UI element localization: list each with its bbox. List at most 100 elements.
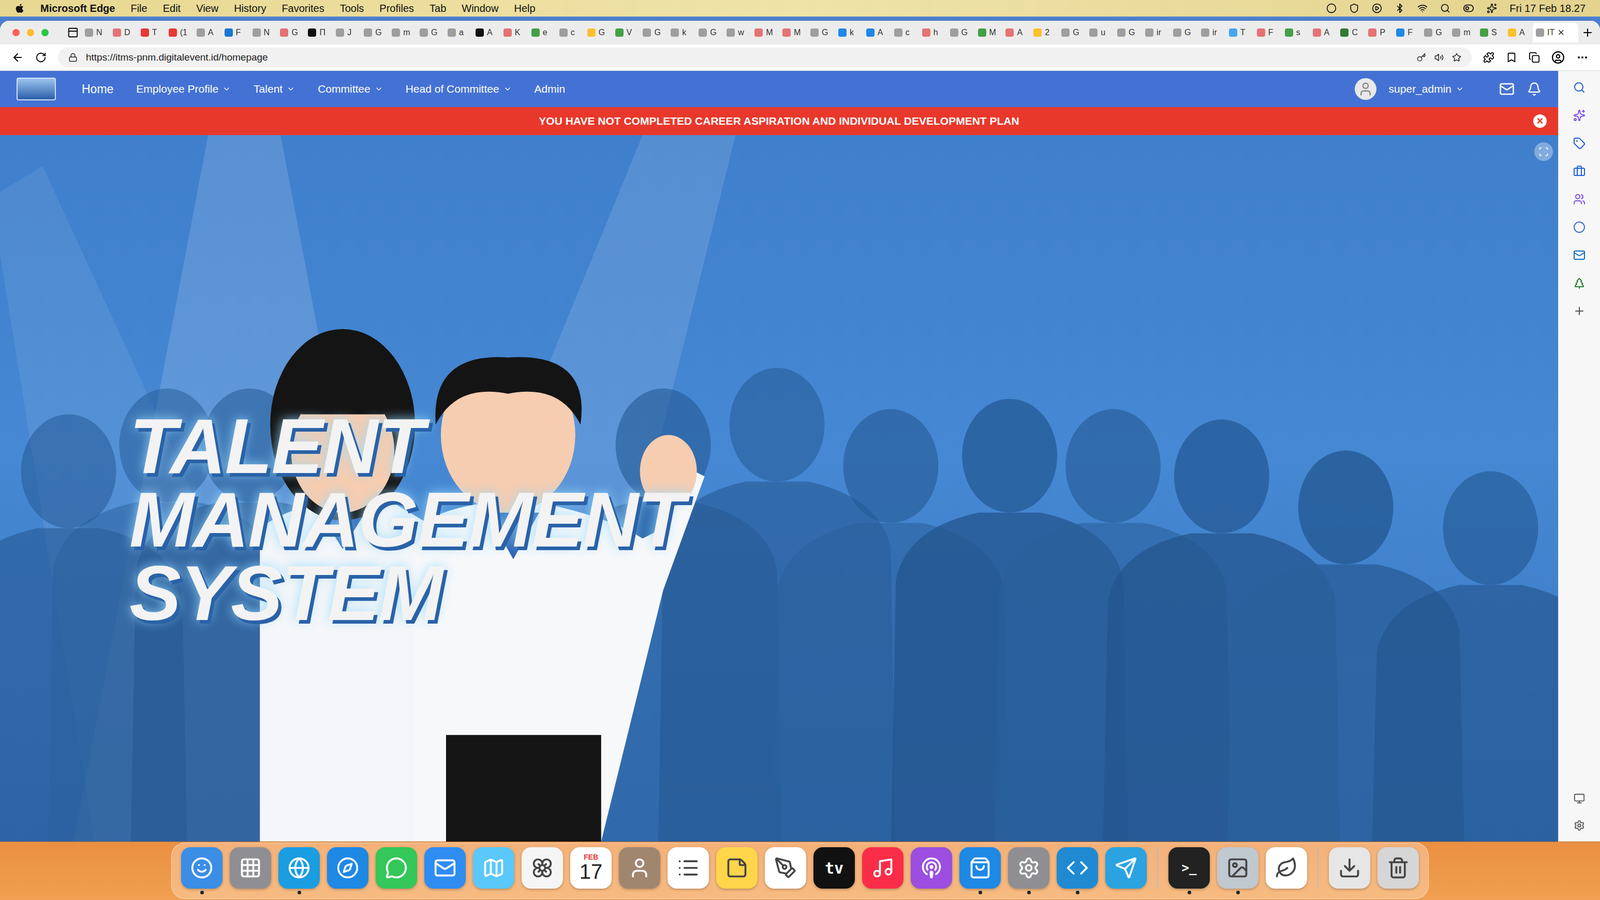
wifi-icon[interactable]: [1417, 3, 1428, 14]
messages-icon[interactable]: [375, 847, 418, 889]
tab[interactable]: F: [1253, 22, 1282, 43]
address-bar[interactable]: https://itms-pnm.digitalevent.id/homepag…: [57, 47, 1472, 68]
apple-icon[interactable]: [14, 3, 25, 14]
dock-item[interactable]: [1056, 847, 1099, 895]
menu-item[interactable]: Help: [513, 2, 536, 15]
tab[interactable]: Π: [304, 22, 333, 43]
dock-item[interactable]: [764, 847, 807, 895]
tab[interactable]: G: [695, 22, 724, 43]
tab[interactable]: c: [891, 22, 920, 43]
favorite-icon[interactable]: [1452, 52, 1462, 63]
tab[interactable]: G: [1058, 22, 1087, 43]
tab[interactable]: A: [1504, 22, 1533, 43]
reminders-icon[interactable]: [667, 847, 709, 889]
read-aloud-icon[interactable]: [1434, 52, 1444, 63]
search-icon[interactable]: [1573, 81, 1586, 94]
menu-item[interactable]: Window: [461, 2, 499, 15]
downloads-icon[interactable]: [1328, 847, 1371, 889]
tab[interactable]: T: [1225, 22, 1254, 43]
dock-item[interactable]: [1265, 847, 1308, 895]
new-tab-icon[interactable]: [1581, 26, 1594, 39]
tab[interactable]: N: [249, 22, 278, 43]
dock-item[interactable]: [667, 847, 709, 895]
dock-item[interactable]: [862, 847, 904, 895]
reload-icon[interactable]: [35, 51, 47, 64]
tab[interactable]: P: [1365, 22, 1394, 43]
nav-item[interactable]: Head of Committee: [405, 82, 512, 96]
drop-icon[interactable]: [1573, 276, 1586, 290]
tab[interactable]: G: [1169, 22, 1198, 43]
tab[interactable]: G: [416, 22, 445, 43]
menu-item[interactable]: Edit: [163, 2, 181, 15]
tab[interactable]: T: [137, 22, 166, 43]
tab[interactable]: M: [974, 22, 1003, 43]
music-icon[interactable]: [862, 847, 904, 889]
dock-item[interactable]: [1105, 847, 1147, 895]
user-menu[interactable]: super_admin: [1388, 82, 1464, 96]
tab[interactable]: k: [835, 22, 864, 43]
dock-item[interactable]: [521, 847, 564, 895]
dock-item[interactable]: [472, 847, 515, 895]
site-logo[interactable]: [16, 77, 56, 101]
photos-icon[interactable]: [521, 847, 564, 889]
tab[interactable]: A: [1309, 22, 1338, 43]
tab[interactable]: G: [1420, 22, 1449, 43]
dock-item[interactable]: [1328, 847, 1371, 895]
shield-icon[interactable]: [1349, 3, 1360, 14]
tab[interactable]: S: [1476, 22, 1505, 43]
bluetooth-icon[interactable]: [1394, 3, 1405, 14]
dock-item[interactable]: [910, 847, 953, 895]
tab[interactable]: G: [807, 22, 836, 43]
edge-icon[interactable]: [278, 847, 320, 889]
menu-item[interactable]: Favorites: [281, 2, 324, 15]
password-icon[interactable]: [1416, 52, 1427, 63]
extensions-icon[interactable]: [1483, 51, 1495, 64]
tab[interactable]: A: [1002, 22, 1031, 43]
mail-icon[interactable]: [424, 847, 466, 889]
settings-icon[interactable]: [1008, 847, 1050, 889]
minimize-button[interactable]: [26, 28, 35, 37]
nav-item[interactable]: Employee Profile: [136, 82, 231, 96]
tab[interactable]: J: [332, 22, 361, 43]
appstore-icon[interactable]: [959, 847, 1001, 889]
status-icon[interactable]: [1326, 3, 1337, 14]
tab[interactable]: K: [500, 22, 529, 43]
tab[interactable]: A: [863, 22, 892, 43]
menu-item[interactable]: File: [130, 2, 147, 15]
tab[interactable]: G: [360, 22, 389, 43]
tab[interactable]: A: [193, 22, 222, 43]
banner-close[interactable]: ×: [1533, 114, 1547, 128]
user-avatar[interactable]: [1354, 78, 1377, 100]
siri-icon[interactable]: [1486, 3, 1498, 14]
shopping-icon[interactable]: [1573, 137, 1586, 150]
tab[interactable]: G: [276, 22, 305, 43]
dock-item[interactable]: [181, 847, 223, 895]
control-center-icon[interactable]: [1462, 2, 1475, 14]
tab[interactable]: a: [444, 22, 473, 43]
tools-icon[interactable]: [1573, 165, 1586, 178]
clock[interactable]: Fri 17 Feb 18.27: [1509, 2, 1586, 15]
search-icon[interactable]: [1440, 3, 1451, 14]
nav-item[interactable]: Admin: [534, 82, 566, 96]
tab[interactable]: V: [612, 22, 641, 43]
outlook-icon[interactable]: [1573, 248, 1586, 262]
screen-icon[interactable]: [1573, 792, 1585, 805]
calendar-icon[interactable]: FEB17: [570, 847, 612, 889]
app-menu[interactable]: Microsoft Edge: [40, 2, 115, 15]
tab[interactable]: D: [109, 22, 138, 43]
tab-close[interactable]: ×: [1557, 26, 1565, 39]
vscode-icon[interactable]: [1056, 847, 1099, 889]
close-button[interactable]: [12, 28, 20, 37]
tab[interactable]: F: [221, 22, 250, 43]
mail-icon[interactable]: [1499, 81, 1515, 97]
tab[interactable]: (1: [165, 22, 194, 43]
tab[interactable]: A: [472, 22, 501, 43]
dock-item[interactable]: [1008, 847, 1050, 895]
tab[interactable]: u: [1086, 22, 1115, 43]
launchpad-icon[interactable]: [229, 847, 272, 889]
tab[interactable]: s: [1281, 22, 1310, 43]
tab[interactable]: F: [1393, 22, 1421, 43]
trash-icon[interactable]: [1377, 847, 1419, 889]
tab[interactable]: m: [1448, 22, 1477, 43]
tab[interactable]: e: [528, 22, 557, 43]
